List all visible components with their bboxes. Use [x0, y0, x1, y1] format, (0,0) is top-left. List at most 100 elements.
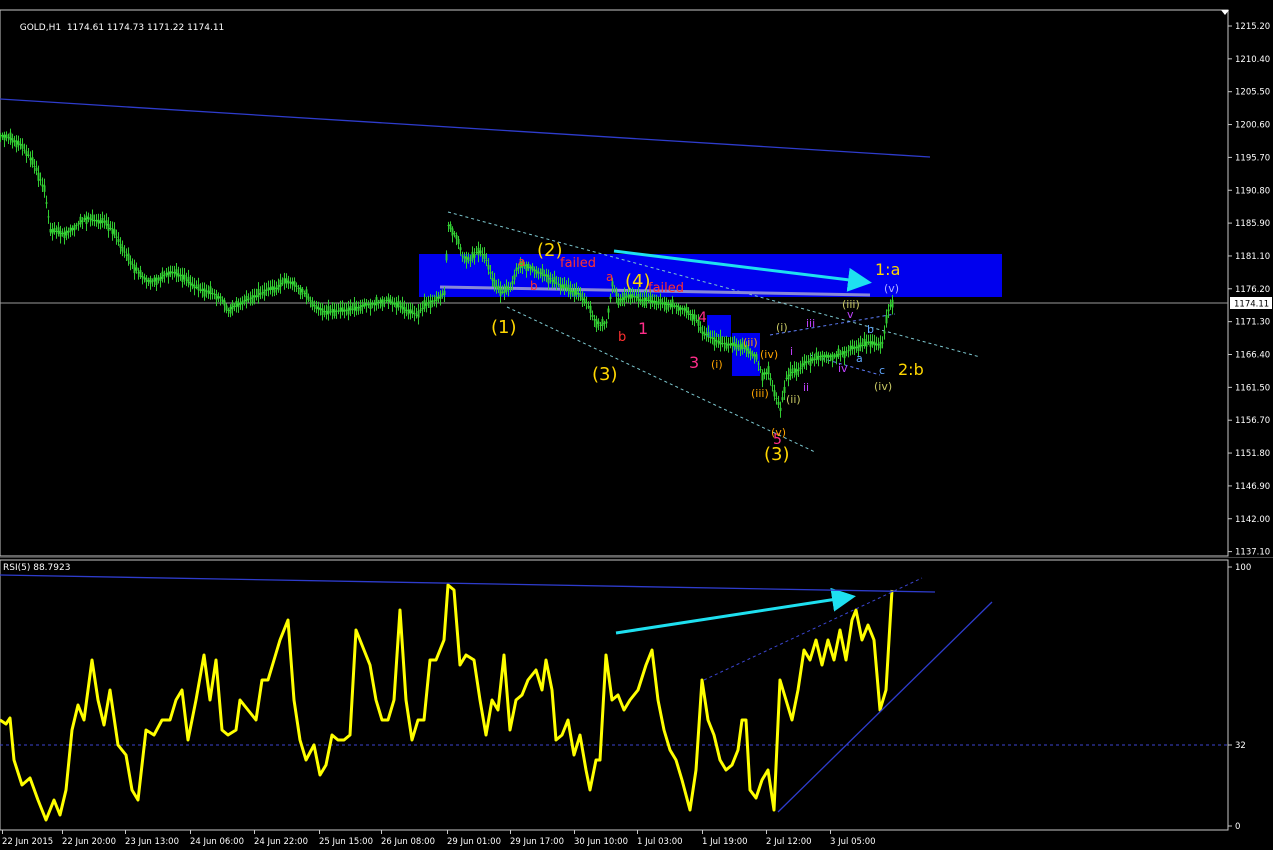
candle-body	[569, 288, 572, 295]
candle-body	[113, 229, 116, 236]
candle-body	[63, 231, 66, 239]
candle-body	[625, 296, 628, 298]
candle-body	[59, 230, 62, 237]
candle-body	[251, 295, 254, 304]
candle-body	[421, 308, 424, 310]
rsi-axis-label: 32	[1235, 741, 1246, 751]
candle-body	[373, 302, 376, 306]
wave-label-or-i: (i)	[711, 358, 723, 371]
candle-body	[639, 299, 642, 303]
candle-body	[807, 361, 810, 363]
candle-body	[637, 293, 640, 301]
candle-body	[463, 256, 466, 259]
candle-body	[669, 303, 672, 308]
candle-body	[649, 295, 652, 303]
candle-body	[477, 247, 480, 256]
candle-body	[433, 300, 436, 302]
candle-body	[545, 274, 548, 277]
wave-label-red-a1: a	[518, 255, 525, 269]
candle-body	[11, 138, 14, 143]
candle-body	[319, 308, 322, 311]
price-axis-label: 1215.20	[1235, 22, 1270, 32]
candle-body	[413, 312, 416, 315]
candle-body	[603, 322, 606, 324]
candle-body	[199, 289, 202, 291]
candle-body	[445, 253, 448, 261]
triangle-down-icon[interactable]	[1221, 10, 1229, 15]
candle-body	[175, 269, 178, 276]
candle-body	[671, 299, 674, 308]
candle-body	[165, 272, 168, 276]
candle-body	[109, 227, 112, 229]
candle-body	[863, 338, 866, 347]
long-trendline	[0, 98, 931, 158]
candle-body	[613, 289, 616, 291]
wave-label-4: (4)	[625, 271, 651, 292]
candle-body	[559, 283, 562, 288]
candle-body	[61, 232, 64, 234]
candle-body	[681, 308, 684, 310]
candle-body	[335, 310, 338, 312]
candle-body	[57, 227, 60, 234]
candle-body	[473, 253, 476, 258]
candle-body	[803, 360, 806, 366]
price-axis-label: 1171.30	[1235, 318, 1270, 328]
candle-body	[513, 274, 516, 280]
candle-body	[579, 293, 582, 298]
candle-body	[7, 137, 10, 139]
candle-body	[15, 140, 18, 148]
candle-body	[441, 293, 444, 296]
candle-body	[675, 305, 678, 308]
candle-body	[465, 256, 468, 263]
candle-body	[187, 276, 190, 284]
candle-body	[641, 299, 644, 301]
candle-body	[23, 149, 26, 151]
candle-body	[239, 302, 242, 305]
candle-body	[651, 300, 654, 303]
candle-body	[731, 342, 734, 346]
candle-body	[881, 342, 884, 344]
candle-body	[647, 299, 650, 301]
candle-body	[127, 253, 130, 261]
candle-body	[493, 279, 496, 288]
wave-label-2b: 2:b	[898, 360, 924, 379]
candle-body	[705, 334, 708, 336]
candle-body	[339, 307, 342, 312]
candle-body	[183, 274, 186, 280]
candle-body	[427, 302, 430, 304]
candle-body	[749, 351, 752, 354]
candle-body	[1, 134, 4, 138]
candle-body	[577, 292, 580, 295]
candle-body	[679, 307, 682, 311]
candle-body	[269, 287, 272, 290]
candle-body	[633, 295, 636, 297]
candle-body	[877, 344, 880, 346]
candle-body	[539, 272, 542, 274]
candle-body	[321, 308, 324, 316]
chart-canvas[interactable]: 1215.20 1210.40 1205.50 1200.60 1195.70 1190.…	[0, 0, 1273, 850]
candle-body	[35, 167, 38, 171]
candle-body	[247, 299, 250, 301]
candle-body	[423, 300, 426, 309]
candle-body	[511, 281, 514, 285]
candle-body	[541, 268, 544, 277]
price-axis-label: 1156.70	[1235, 416, 1270, 426]
candle-body	[393, 302, 396, 305]
candle-body	[747, 348, 750, 354]
candle-body	[89, 218, 92, 220]
candle-body	[565, 287, 568, 289]
time-axis-label: 23 Jun 13:00	[125, 837, 179, 847]
candle-body	[777, 401, 780, 405]
candle-body	[619, 299, 622, 301]
wave-label-failed-1: failed	[560, 256, 596, 271]
candle-body	[853, 346, 856, 350]
candle-body	[343, 309, 346, 312]
candle-body	[829, 355, 832, 357]
candle-body	[123, 251, 126, 253]
candle-body	[843, 350, 846, 359]
rsi-header: RSI(5) 88.7923	[3, 563, 71, 573]
candle-body	[825, 354, 828, 358]
candle-body	[551, 279, 554, 282]
candle-body	[773, 390, 776, 397]
candle-body	[333, 309, 336, 317]
